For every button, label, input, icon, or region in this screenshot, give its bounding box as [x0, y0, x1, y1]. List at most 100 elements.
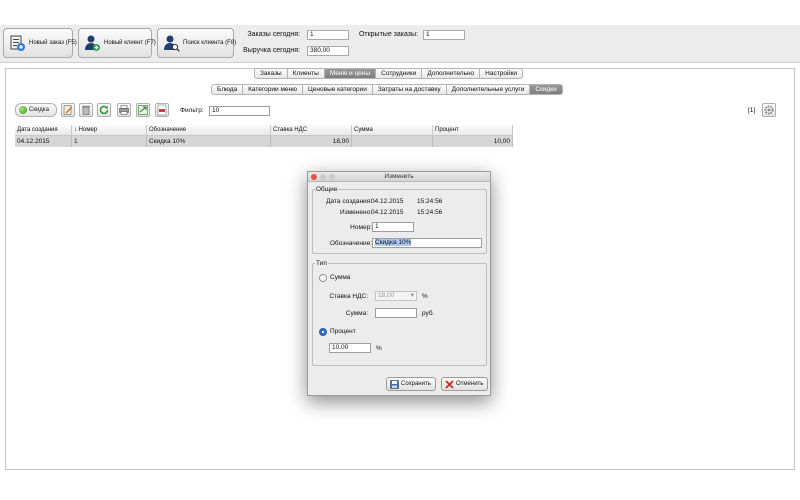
table-header: Дата создания ↓ Номер Обозначение Ставка… [15, 125, 513, 136]
edit-icon [63, 105, 73, 115]
column-percent[interactable]: Процент [433, 125, 513, 136]
modified-date: 04.12.2015 [371, 209, 404, 216]
pdf-icon [157, 104, 167, 116]
modified-time: 15:24:56 [417, 209, 443, 216]
column-sum[interactable]: Сумма [352, 125, 433, 136]
subtab-delivery-costs[interactable]: Затраты на доставку [372, 84, 447, 95]
subtab-price-categories[interactable]: Ценовые категории [303, 84, 373, 95]
tab-additional[interactable]: Дополнительно [422, 68, 481, 79]
subtab-discounts[interactable]: Скидки [530, 84, 563, 95]
settings-button[interactable] [762, 103, 776, 117]
filter-label: Фильтр: [180, 107, 204, 114]
search-client-icon [162, 34, 180, 52]
subtab-menu-categories[interactable]: Категории меню [243, 84, 303, 95]
cell-created-date: 04.12.2015 [15, 136, 72, 147]
new-client-label: Новый клиент (F7) [104, 40, 156, 46]
subtab-additional-services[interactable]: Дополнительные услуги [446, 84, 531, 95]
edit-button[interactable] [61, 103, 75, 117]
column-created-date[interactable]: Дата создания [15, 125, 72, 136]
orders-today-value: 1 [307, 30, 349, 40]
open-orders-label: Открытые заказы: [358, 31, 418, 38]
print-button[interactable] [117, 103, 131, 117]
search-client-label: Поиск клиента (F8) [183, 40, 237, 46]
sum-radio[interactable] [319, 274, 327, 282]
tab-settings[interactable]: Настройки [480, 68, 524, 79]
percent-radio[interactable] [319, 328, 327, 336]
cancel-icon [445, 379, 454, 389]
sum-option-label[interactable]: Сумма [330, 274, 350, 281]
sum-unit: руб. [422, 310, 435, 317]
column-number[interactable]: ↓ Номер [72, 125, 147, 136]
settings-icon [764, 105, 774, 115]
delete-button[interactable] [79, 103, 93, 117]
revenue-today-label: Выручка сегодня: [243, 47, 300, 54]
export-button[interactable] [136, 103, 150, 117]
table-row[interactable]: 04.12.2015 1 Скидка 10% 18,00 10,00 [15, 136, 513, 147]
new-order-button[interactable]: Новый заказ (F5) [3, 28, 77, 58]
created-date: 04.12.2015 [371, 198, 404, 205]
new-order-icon [8, 34, 26, 52]
tab-orders[interactable]: Заказы [254, 68, 288, 79]
number-label: Номер: [350, 224, 372, 231]
pdf-button[interactable] [155, 103, 169, 117]
cell-vat-rate: 18,00 [271, 136, 352, 147]
created-time: 15:24:56 [417, 198, 443, 205]
general-legend: Общие [316, 186, 338, 193]
cancel-label: Отменить [456, 381, 484, 387]
main-tabs: Заказы Клиенты Меню и цены Сотрудники До… [254, 68, 524, 79]
new-client-button[interactable]: Новый клиент (F7) [78, 28, 156, 58]
sum-input[interactable] [375, 308, 417, 318]
number-input[interactable]: 1 [372, 222, 414, 232]
cell-number: 1 [72, 136, 147, 147]
dialog-title: Изменить [384, 173, 414, 180]
tab-staff[interactable]: Сотрудники [376, 68, 423, 79]
vat-value: 18,00 [378, 292, 395, 299]
maximize-icon[interactable] [329, 174, 335, 180]
tab-menu-prices[interactable]: Меню и цены [324, 68, 377, 79]
minimize-icon[interactable] [320, 174, 326, 180]
discounts-table: Дата создания ↓ Номер Обозначение Ставка… [15, 125, 513, 147]
refresh-button[interactable] [97, 103, 111, 117]
subtab-dishes[interactable]: Блюда [211, 84, 244, 95]
open-orders-value: 1 [423, 30, 465, 40]
type-legend: Тип [316, 260, 327, 267]
orders-today-label: Заказы сегодня: [247, 31, 300, 38]
close-icon[interactable] [311, 174, 317, 180]
vat-label: Ставка НДС: [329, 293, 368, 300]
name-label: Обозначение: [329, 240, 372, 247]
add-icon [19, 106, 27, 114]
add-discount-label: Скидка [29, 107, 49, 113]
vat-select[interactable]: 18,00 ▾ [375, 291, 417, 301]
chevron-down-icon: ▾ [410, 292, 414, 299]
sum-label: Сумма: [345, 310, 368, 317]
filter-input[interactable]: 10 [209, 106, 270, 116]
save-icon [390, 379, 399, 389]
vat-unit: % [422, 293, 428, 300]
edit-dialog: Изменить Общие Дата создания: 04.12.2015… [307, 171, 491, 396]
cell-sum [352, 136, 433, 147]
cell-percent: 10,00 [433, 136, 513, 147]
name-input[interactable]: Скидка 10% [372, 238, 482, 248]
record-count: [1] [748, 107, 756, 114]
delete-icon [82, 105, 90, 115]
sub-tabs: Блюда Категории меню Ценовые категории З… [211, 84, 563, 95]
column-name[interactable]: Обозначение [147, 125, 271, 136]
export-icon [138, 105, 148, 115]
revenue-today-value: 380,00 [307, 46, 349, 56]
cell-name: Скидка 10% [147, 136, 271, 147]
percent-input[interactable]: 10,00 [329, 343, 371, 353]
dialog-titlebar: Изменить [308, 172, 490, 182]
created-label: Дата создания: [326, 198, 372, 205]
new-order-label: Новый заказ (F5) [29, 40, 77, 46]
percent-option-label[interactable]: Процент [330, 328, 356, 335]
save-label: Сохранить [401, 381, 431, 387]
column-vat-rate[interactable]: Ставка НДС [271, 125, 352, 136]
add-discount-button[interactable]: Скидка [15, 103, 57, 117]
search-client-button[interactable]: Поиск клиента (F8) [157, 28, 237, 58]
refresh-icon [99, 105, 109, 115]
tab-clients[interactable]: Клиенты [287, 68, 325, 79]
new-client-icon [83, 34, 101, 52]
cancel-button[interactable]: Отменить [441, 377, 488, 391]
save-button[interactable]: Сохранить [386, 377, 436, 391]
percent-unit: % [376, 345, 382, 352]
